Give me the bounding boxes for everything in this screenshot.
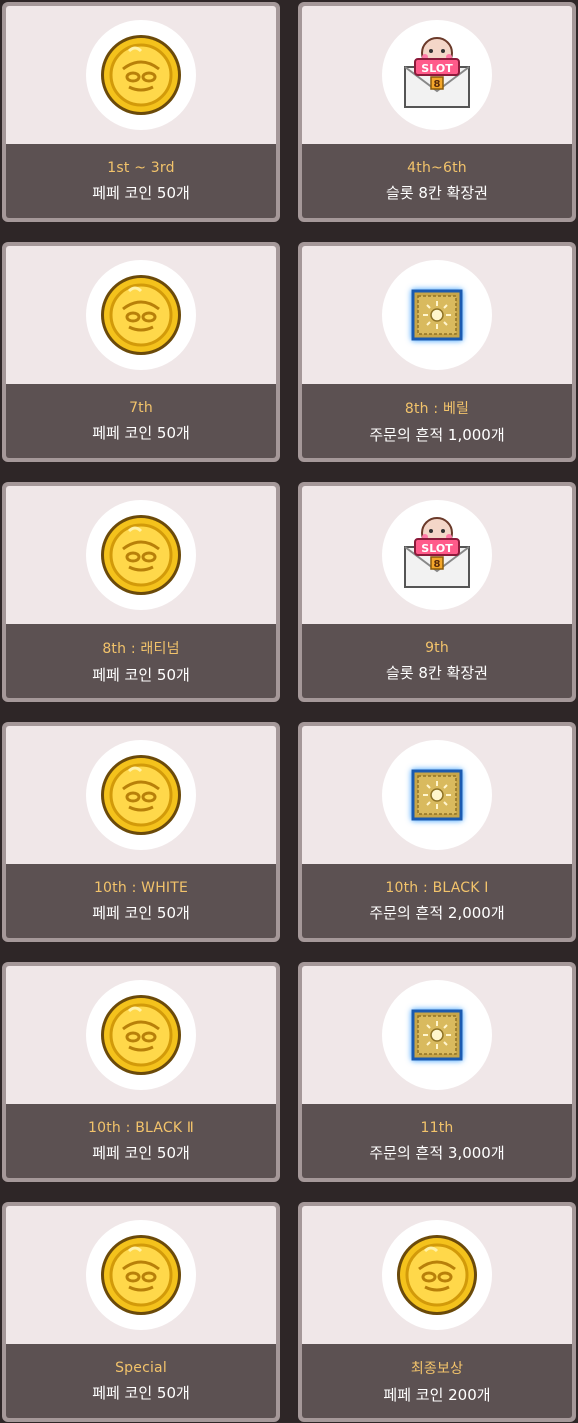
reward-card: 10th : WHITE 페페 코인 50개 (2, 722, 280, 942)
reward-icon-frame: SLOT 8 (382, 20, 492, 130)
reward-rank: 10th : WHITE (93, 879, 189, 896)
coin-icon (101, 515, 181, 595)
reward-icon-frame (382, 260, 492, 370)
reward-icon-frame (86, 260, 196, 370)
coin-icon (101, 995, 181, 1075)
coin-icon (101, 275, 181, 355)
svg-text:SLOT: SLOT (421, 542, 453, 555)
reward-rank: Special (115, 1359, 167, 1376)
reward-card: SLOT 8 4th~6th 슬롯 8칸 확장권 (298, 2, 576, 222)
reward-icon-frame (86, 740, 196, 850)
reward-name: 페페 코인 50개 (92, 1143, 190, 1162)
reward-card: Special 페페 코인 50개 (2, 1202, 280, 1422)
reward-rank: 4th~6th (407, 159, 467, 176)
coin-icon (101, 1235, 181, 1315)
reward-icon-frame (86, 980, 196, 1090)
reward-rank: 8th : 래티넘 (102, 640, 180, 657)
reward-card: 11th 주문의 흔적 3,000개 (298, 962, 576, 1182)
reward-card: 1st ~ 3rd 페페 코인 50개 (2, 2, 280, 222)
svg-text:8: 8 (434, 79, 441, 90)
coin-icon (101, 35, 181, 115)
scroll-icon (411, 289, 463, 341)
scroll-icon (411, 769, 463, 821)
reward-card: 10th : BLACK Ⅱ 페페 코인 50개 (2, 962, 280, 1182)
reward-card: 8th : 래티넘 페페 코인 50개 (2, 482, 280, 702)
reward-card: SLOT 8 9th 슬롯 8칸 확장권 (298, 482, 576, 702)
reward-icon-frame (382, 980, 492, 1090)
reward-rank: 8th : 베릴 (404, 400, 470, 417)
coin-icon (397, 1235, 477, 1315)
reward-grid: 1st ~ 3rd 페페 코인 50개 SLOT 8 4th~6th 슬롯 8칸… (0, 0, 578, 1423)
reward-rank: 1st ~ 3rd (107, 159, 175, 176)
reward-icon-frame (382, 1220, 492, 1330)
reward-icon-frame (86, 500, 196, 610)
reward-name: 슬롯 8칸 확장권 (386, 183, 488, 202)
reward-rank: 7th (129, 399, 153, 416)
reward-name: 주문의 흔적 1,000개 (369, 425, 505, 444)
slot-ticket-icon: SLOT 8 (404, 37, 470, 108)
svg-text:SLOT: SLOT (421, 62, 453, 75)
reward-name: 페페 코인 50개 (92, 183, 190, 202)
reward-card: 7th 페페 코인 50개 (2, 242, 280, 462)
reward-rank: 10th : BLACK Ⅰ (385, 879, 489, 896)
reward-icon-frame (382, 740, 492, 850)
reward-name: 주문의 흔적 3,000개 (369, 1143, 505, 1162)
reward-card: 8th : 베릴 주문의 흔적 1,000개 (298, 242, 576, 462)
reward-name: 주문의 흔적 2,000개 (369, 903, 505, 922)
reward-rank: 최종보상 (410, 1360, 464, 1377)
reward-name: 페페 코인 50개 (92, 903, 190, 922)
reward-icon-frame (86, 20, 196, 130)
reward-name: 페페 코인 50개 (92, 423, 190, 442)
reward-rank: 9th (425, 639, 449, 656)
reward-card: 최종보상 페페 코인 200개 (298, 1202, 576, 1422)
reward-rank: 11th (420, 1119, 454, 1136)
scroll-icon (411, 1009, 463, 1061)
reward-icon-frame: SLOT 8 (382, 500, 492, 610)
svg-text:8: 8 (434, 559, 441, 570)
slot-ticket-icon: SLOT 8 (404, 517, 470, 588)
coin-icon (101, 755, 181, 835)
reward-name: 페페 코인 50개 (92, 665, 190, 684)
reward-card: 10th : BLACK Ⅰ 주문의 흔적 2,000개 (298, 722, 576, 942)
reward-name: 페페 코인 200개 (383, 1385, 491, 1404)
reward-icon-frame (86, 1220, 196, 1330)
reward-name: 슬롯 8칸 확장권 (386, 663, 488, 682)
reward-name: 페페 코인 50개 (92, 1383, 190, 1402)
reward-rank: 10th : BLACK Ⅱ (88, 1119, 194, 1136)
